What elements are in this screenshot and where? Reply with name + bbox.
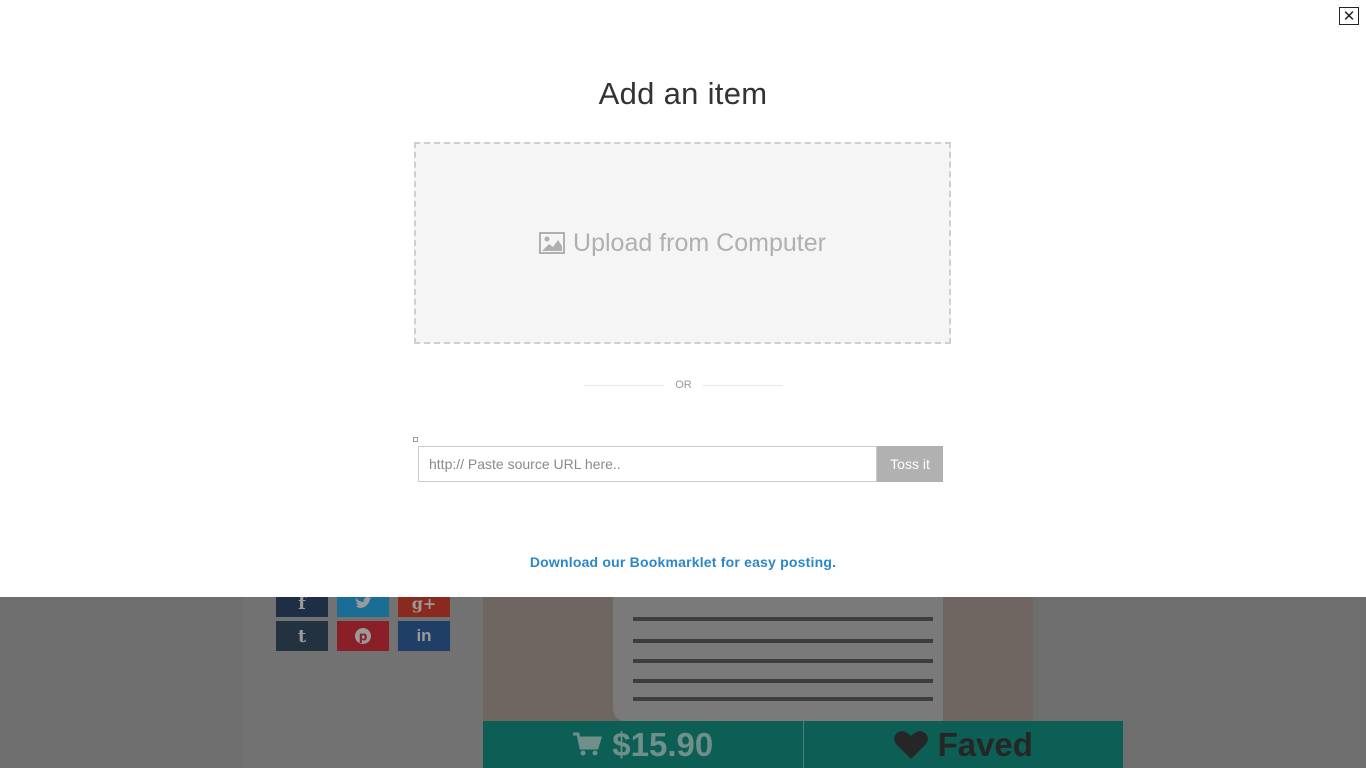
image-icon bbox=[539, 232, 566, 254]
add-item-modal: ✕ Add an item Upload from Computer OR To… bbox=[0, 0, 1366, 597]
or-label: OR bbox=[675, 379, 692, 391]
product-action-bar: $15.90 Faved bbox=[483, 721, 1123, 768]
small-checkbox[interactable] bbox=[413, 437, 418, 442]
upload-from-computer-dropzone[interactable]: Upload from Computer bbox=[414, 142, 951, 344]
product-image[interactable] bbox=[483, 597, 1123, 721]
fave-label: Faved bbox=[937, 725, 1033, 763]
toss-it-button[interactable]: Toss it bbox=[877, 446, 943, 482]
linkedin-share-button[interactable]: in bbox=[398, 621, 450, 651]
pinterest-share-button[interactable]: p bbox=[337, 621, 389, 651]
tumblr-share-button[interactable]: t bbox=[276, 621, 328, 651]
fave-button[interactable]: Faved bbox=[803, 721, 1123, 768]
bookmarklet-link-container: Download our Bookmarklet for easy postin… bbox=[0, 554, 1366, 570]
source-url-input[interactable] bbox=[418, 446, 877, 482]
tumblr-icon: t bbox=[297, 625, 307, 647]
price-label: $15.90 bbox=[612, 725, 714, 763]
linkedin-icon: in bbox=[416, 626, 432, 645]
cart-icon bbox=[573, 732, 603, 755]
close-button[interactable]: ✕ bbox=[1339, 7, 1359, 25]
or-divider: OR bbox=[584, 377, 783, 395]
bookmarklet-download-link[interactable]: Download our Bookmarklet for easy postin… bbox=[530, 554, 836, 570]
upload-label: Upload from Computer bbox=[573, 228, 826, 257]
buy-button[interactable]: $15.90 bbox=[483, 721, 804, 768]
heart-icon bbox=[893, 730, 928, 759]
modal-title: Add an item bbox=[598, 76, 768, 111]
pinterest-icon: p bbox=[355, 628, 371, 644]
svg-text:p: p bbox=[359, 630, 368, 644]
twitter-icon bbox=[355, 596, 372, 608]
close-icon: ✕ bbox=[1342, 7, 1356, 25]
